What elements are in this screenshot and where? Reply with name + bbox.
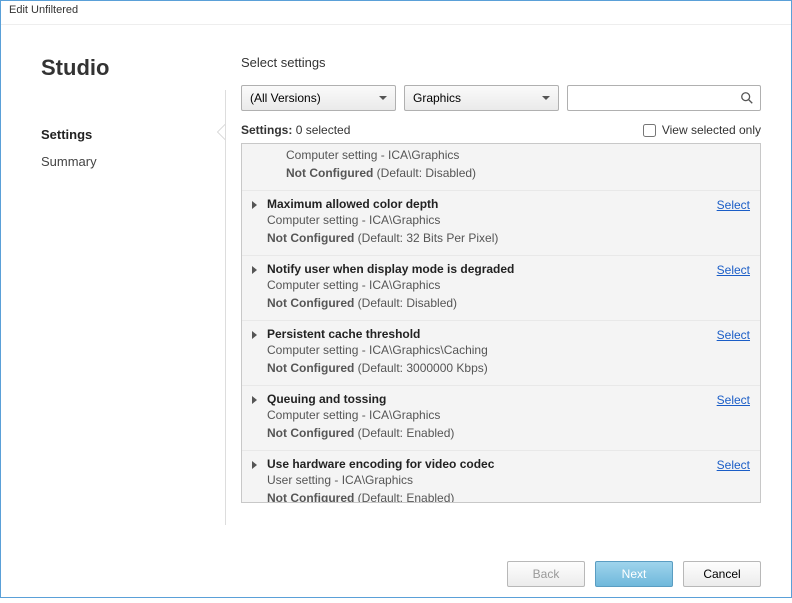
button-row: Back Next Cancel bbox=[1, 545, 791, 603]
view-selected-checkbox[interactable] bbox=[643, 124, 656, 137]
settings-list: Computer setting - ICA\Graphics Not Conf… bbox=[241, 143, 761, 503]
filter-row: (All Versions) Graphics bbox=[241, 85, 761, 111]
view-selected-label: View selected only bbox=[662, 123, 761, 137]
setting-item[interactable]: Maximum allowed color depthComputer sett… bbox=[242, 191, 760, 256]
window-titlebar: Edit Unfiltered bbox=[1, 1, 791, 25]
content-panel: Select settings (All Versions) Graphics … bbox=[226, 25, 791, 545]
sidebar-divider bbox=[225, 90, 226, 525]
setting-status: Not Configured (Default: 32 Bits Per Pix… bbox=[267, 229, 717, 247]
version-dropdown-value: (All Versions) bbox=[250, 91, 321, 105]
sidebar: Studio Settings Summary bbox=[1, 25, 226, 545]
select-link[interactable]: Select bbox=[717, 457, 750, 502]
search-box bbox=[567, 85, 761, 111]
window-title: Edit Unfiltered bbox=[9, 4, 78, 16]
setting-scope: Computer setting - ICA\Graphics bbox=[267, 211, 717, 229]
setting-name: Maximum allowed color depth bbox=[267, 197, 717, 211]
setting-scope: Computer setting - ICA\Graphics bbox=[267, 276, 717, 294]
brand-title: Studio bbox=[41, 55, 226, 81]
back-button[interactable]: Back bbox=[507, 561, 585, 587]
search-input[interactable] bbox=[568, 86, 760, 110]
chevron-down-icon bbox=[542, 96, 550, 100]
setting-item[interactable]: Use hardware encoding for video codecUse… bbox=[242, 451, 760, 502]
setting-status: Not Configured (Default: 3000000 Kbps) bbox=[267, 359, 717, 377]
setting-item-partial: Computer setting - ICA\Graphics Not Conf… bbox=[242, 144, 760, 191]
chevron-down-icon bbox=[379, 96, 387, 100]
setting-status: Not Configured (Default: Disabled) bbox=[267, 294, 717, 312]
setting-name: Notify user when display mode is degrade… bbox=[267, 262, 717, 276]
setting-name: Persistent cache threshold bbox=[267, 327, 717, 341]
category-dropdown-value: Graphics bbox=[413, 91, 461, 105]
expand-icon[interactable] bbox=[252, 266, 257, 274]
setting-scope: Computer setting - ICA\Graphics bbox=[267, 406, 717, 424]
sidebar-item-summary[interactable]: Summary bbox=[41, 148, 226, 175]
version-dropdown[interactable]: (All Versions) bbox=[241, 85, 396, 111]
select-link[interactable]: Select bbox=[717, 392, 750, 442]
next-button[interactable]: Next bbox=[595, 561, 673, 587]
expand-icon[interactable] bbox=[252, 396, 257, 404]
main-area: Studio Settings Summary Select settings … bbox=[1, 25, 791, 545]
settings-scroll[interactable]: Computer setting - ICA\Graphics Not Conf… bbox=[242, 144, 760, 502]
setting-item[interactable]: Notify user when display mode is degrade… bbox=[242, 256, 760, 321]
view-selected-only[interactable]: View selected only bbox=[643, 123, 761, 137]
setting-item[interactable]: Queuing and tossingComputer setting - IC… bbox=[242, 386, 760, 451]
setting-status: Not Configured (Default: Enabled) bbox=[267, 424, 717, 442]
expand-icon[interactable] bbox=[252, 201, 257, 209]
cancel-button[interactable]: Cancel bbox=[683, 561, 761, 587]
section-heading: Select settings bbox=[241, 55, 761, 70]
setting-status: Not Configured (Default: Enabled) bbox=[267, 489, 717, 502]
setting-name: Use hardware encoding for video codec bbox=[267, 457, 717, 471]
category-dropdown[interactable]: Graphics bbox=[404, 85, 559, 111]
select-link[interactable]: Select bbox=[717, 262, 750, 312]
select-link[interactable]: Select bbox=[717, 197, 750, 247]
expand-icon[interactable] bbox=[252, 461, 257, 469]
search-icon[interactable] bbox=[740, 91, 754, 105]
setting-scope: Computer setting - ICA\Graphics\Caching bbox=[267, 341, 717, 359]
setting-name: Queuing and tossing bbox=[267, 392, 717, 406]
status-row: Settings: 0 selected View selected only bbox=[241, 123, 761, 137]
sidebar-item-settings[interactable]: Settings bbox=[41, 121, 226, 148]
expand-icon[interactable] bbox=[252, 331, 257, 339]
setting-scope: User setting - ICA\Graphics bbox=[267, 471, 717, 489]
setting-item[interactable]: Persistent cache thresholdComputer setti… bbox=[242, 321, 760, 386]
select-link[interactable]: Select bbox=[717, 327, 750, 377]
settings-count: Settings: 0 selected bbox=[241, 123, 350, 137]
